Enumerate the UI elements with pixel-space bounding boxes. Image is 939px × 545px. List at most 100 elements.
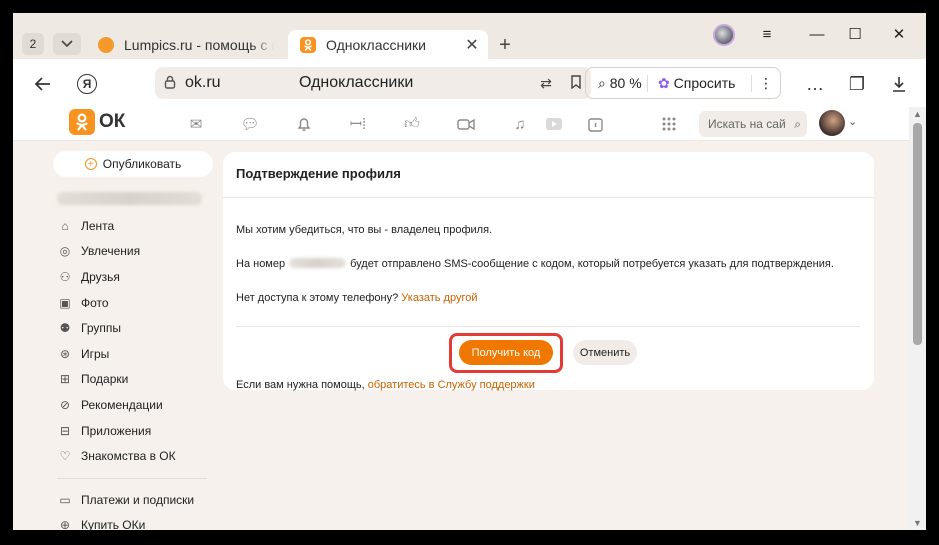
sidebar-item-groups[interactable]: ⚉ Группы <box>57 315 209 341</box>
video-play-icon[interactable] <box>544 114 564 134</box>
translate-icon[interactable]: ⇄ <box>531 75 561 92</box>
sidebar-item-payments[interactable]: ▭ Платежи и подписки <box>57 487 209 513</box>
groups-icon: ⚉ <box>59 321 71 336</box>
wallet-icon: ▭ <box>59 492 71 507</box>
collections-icon[interactable]: ❐ <box>845 72 869 96</box>
address-bar[interactable]: ok.ru Одноклассники ⇄ <box>155 67 591 99</box>
plus-icon: + <box>84 158 97 170</box>
grid-icon[interactable] <box>659 114 679 134</box>
publish-button[interactable]: + Опубликовать <box>53 151 213 177</box>
scroll-down-icon[interactable]: ▼ <box>913 518 922 528</box>
sms-text-suffix: будет отправлено SMS-сообщение с кодом, … <box>350 258 834 270</box>
dating-icon: ♡ <box>59 449 71 464</box>
sidebar-item-label: Игры <box>81 346 110 361</box>
sidebar-item-hobbies[interactable]: ◎ Увлечения <box>57 239 209 265</box>
bell-icon[interactable] <box>294 114 314 134</box>
browser-profile-avatar[interactable] <box>713 24 735 46</box>
scroll-thumb[interactable] <box>913 123 922 345</box>
cancel-button[interactable]: Отменить <box>573 340 637 365</box>
minimize-icon[interactable]: — <box>802 23 832 45</box>
sidebar-item-dating[interactable]: ♡ Знакомства в ОК <box>57 443 209 469</box>
maximize-icon[interactable]: ☐ <box>840 23 870 45</box>
music-icon[interactable]: ♫ <box>510 114 530 134</box>
sidebar-item-label: Лента <box>81 218 115 233</box>
calendar-icon[interactable] <box>585 114 605 134</box>
sidebar-item-photo[interactable]: ▣ Фото <box>57 290 209 316</box>
guests-icon[interactable]: ꟷ⁞ <box>348 114 368 134</box>
sms-text-prefix: На номер <box>236 258 286 270</box>
back-arrow-icon[interactable] <box>31 72 55 96</box>
apps-icon: ⊟ <box>59 423 71 438</box>
new-tab-button[interactable]: + <box>493 33 517 57</box>
likes-icon[interactable]: 👍︎ <box>402 114 422 134</box>
download-icon[interactable] <box>887 72 911 96</box>
ask-button[interactable]: ✿ Спросить <box>648 74 752 92</box>
games-icon: ⊛ <box>59 346 71 361</box>
zoom-level[interactable]: ⌕ 80 % <box>586 74 648 92</box>
more-options-icon[interactable]: ⋮ <box>752 75 780 92</box>
support-link[interactable]: обратитесь в Службу поддержки <box>368 379 535 391</box>
scroll-up-icon[interactable]: ▲ <box>913 109 922 119</box>
chevron-down-icon <box>61 40 73 48</box>
sidebar-menu: ⌂ Лента ◎ Увлечения ⚇ Друзья ▣ Фото ⚉ Группы … <box>57 213 209 469</box>
zoom-icon: ⌕ <box>598 74 606 91</box>
tab-title: Одноклассники <box>326 37 427 53</box>
close-window-icon[interactable]: ✕ <box>884 23 914 45</box>
sidebar-item-buy-oks[interactable]: ⊕ Купить ОКи <box>57 513 209 530</box>
yandex-logo-icon[interactable]: Я <box>77 74 97 94</box>
tab-title: Lumpics.ru - помощь с ком <box>124 37 274 53</box>
search-placeholder: Искать на сайте <box>708 117 786 131</box>
change-phone-link[interactable]: Указать другой <box>401 292 477 304</box>
close-tab-icon[interactable]: ✕ <box>462 35 482 55</box>
profile-confirmation-card: Подтверждение профиля Мы хотим убедиться… <box>223 152 874 391</box>
chat-icon[interactable]: 💬︎ <box>240 114 260 134</box>
feed-icon: ⌂ <box>61 218 69 233</box>
chevron-down-icon[interactable]: ⌄ <box>848 115 857 128</box>
sidebar-item-label: Приложения <box>81 423 152 438</box>
sidebar-item-feed[interactable]: ⌂ Лента <box>57 213 209 239</box>
tab-lumpics[interactable]: Lumpics.ru - помощь с ком <box>93 30 279 60</box>
browser-window: 2 Lumpics.ru - помощь с ком Одноклассник… <box>13 13 926 530</box>
ok-favicon-icon <box>300 37 316 53</box>
card-divider <box>223 197 874 198</box>
sidebar-item-label: Купить ОКи <box>81 518 146 530</box>
hobby-icon: ◎ <box>59 244 71 259</box>
lumpics-favicon-icon <box>98 37 114 53</box>
card-text-intro: Мы хотим убедиться, что вы - владелец пр… <box>236 224 493 236</box>
site-header: ОК ✉ 💬︎ ꟷ⁞ 👍︎ ♫ Искать на сайте ⌕ ⌄ <box>13 107 909 141</box>
help-text: Если вам нужна помощь, <box>236 379 365 391</box>
sidebar-item-friends[interactable]: ⚇ Друзья <box>57 264 209 290</box>
sidebar-item-recommendations[interactable]: ⊘ Рекомендации <box>57 392 209 418</box>
navigation-bar: Я ok.ru Одноклассники ⇄ ⌕ 80 % ✿ Спросит… <box>13 59 926 107</box>
search-icon[interactable]: ⌕ <box>794 117 801 132</box>
user-avatar[interactable] <box>819 110 845 136</box>
friends-icon: ⚇ <box>59 269 71 284</box>
publish-label: Опубликовать <box>102 157 182 171</box>
sidebar-item-label: Платежи и подписки <box>81 492 195 507</box>
ask-label: Спросить <box>673 74 736 91</box>
sidebar-item-apps[interactable]: ⊟ Приложения <box>57 418 209 444</box>
tab-odnoklassniki[interactable]: Одноклассники ✕ <box>288 30 488 60</box>
ok-logo[interactable]: ОК <box>69 109 125 135</box>
lock-icon <box>155 75 185 92</box>
get-code-button[interactable]: Получить код <box>459 340 553 365</box>
zoom-ask-group: ⌕ 80 % ✿ Спросить ⋮ <box>585 67 781 99</box>
site-search-input[interactable]: Искать на сайте ⌕ <box>699 111 807 137</box>
mail-icon[interactable]: ✉ <box>186 114 206 134</box>
sidebar-item-gifts[interactable]: ⊞ Подарки <box>57 367 209 393</box>
tabs-dropdown-button[interactable] <box>53 33 81 55</box>
video-icon[interactable] <box>456 114 476 134</box>
sidebar-item-label: Фото <box>81 295 109 310</box>
blurred-user-name[interactable] <box>57 192 202 205</box>
no-access-text: Нет доступа к этому телефону? <box>236 292 399 304</box>
coin-icon: ⊕ <box>59 518 71 530</box>
page-scrollbar[interactable]: ▲ ▼ <box>909 107 926 530</box>
tab-counter[interactable]: 2 <box>22 33 44 55</box>
tab-strip: 2 Lumpics.ru - помощь с ком Одноклассник… <box>13 13 926 60</box>
card-divider <box>236 326 860 327</box>
sidebar-item-label: Рекомендации <box>81 397 163 412</box>
extensions-menu-icon[interactable]: … <box>803 72 827 96</box>
sidebar-item-games[interactable]: ⊛ Игры <box>57 341 209 367</box>
browser-menu-icon[interactable]: ≡ <box>752 23 782 45</box>
photo-icon: ▣ <box>59 295 71 310</box>
